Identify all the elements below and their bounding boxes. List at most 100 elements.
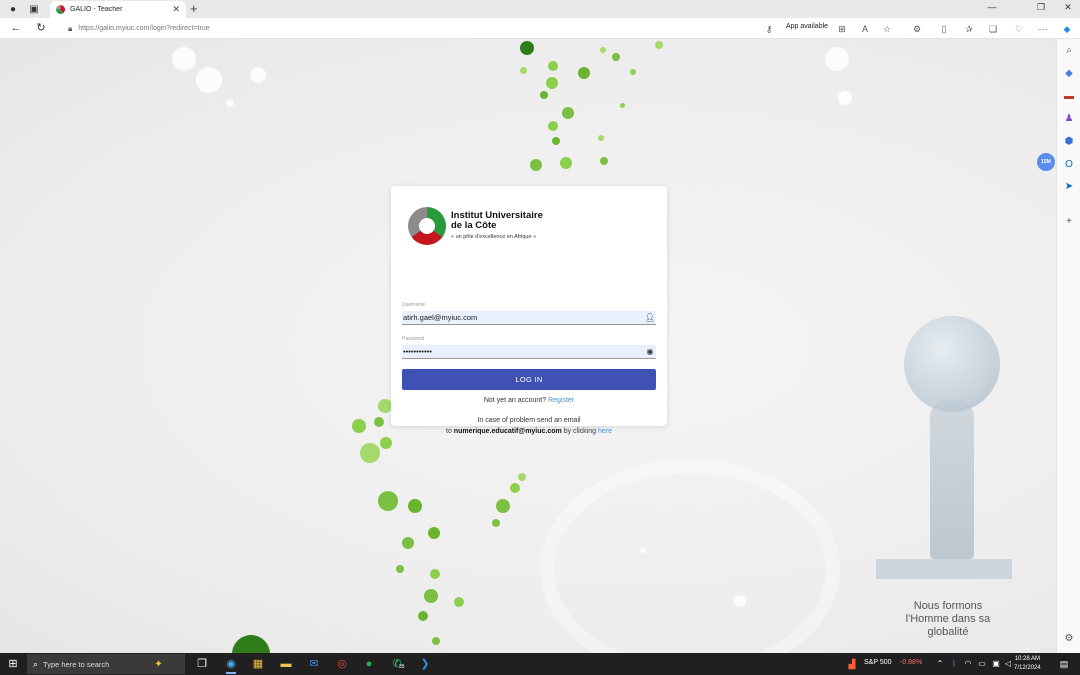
edge-taskbar-icon[interactable]: ◉ xyxy=(223,656,239,672)
favorites-icon[interactable]: ✰ xyxy=(962,22,976,36)
help-line2: to numerique.educatif@myiuc.com by click… xyxy=(391,428,667,435)
copilot-icon[interactable]: ◆ xyxy=(1060,22,1074,36)
decorative-dot xyxy=(548,121,558,131)
decorative-dot xyxy=(432,637,440,645)
send-icon[interactable]: ➤ xyxy=(1062,180,1076,194)
decorative-dot xyxy=(396,565,404,573)
notifications-icon[interactable]: ▤ xyxy=(1056,656,1072,672)
register-link[interactable]: Register xyxy=(548,397,574,404)
mail-icon[interactable]: ✉ xyxy=(306,656,322,672)
refresh-icon[interactable]: ↻ xyxy=(33,21,49,36)
decorative-dot xyxy=(600,157,608,165)
collections-icon[interactable]: ❏ xyxy=(986,22,1000,36)
restore-icon[interactable]: ❐ xyxy=(1031,2,1051,13)
decorative-dot xyxy=(196,67,222,93)
decorative-dot xyxy=(352,419,366,433)
windows-taskbar: ⊞ ⌕ Type here to search ✦ ❐ ◉ ▦ ▬ ✉ ◎ ● … xyxy=(0,653,1080,675)
workspaces-icon[interactable]: ▣ xyxy=(27,2,41,16)
decorative-dot xyxy=(172,47,196,71)
close-window-icon[interactable]: ✕ xyxy=(1058,2,1078,13)
search-highlight-icon: ✦ xyxy=(154,658,163,670)
microsoft365-icon[interactable]: ⬢ xyxy=(1062,135,1076,149)
address-bar[interactable]: 🔒︎ https://galio.myiuc.com/login?redirec… xyxy=(60,20,776,37)
decorative-dot xyxy=(378,399,392,413)
clock-time: 10:28 AM xyxy=(1014,656,1041,662)
decorative-dot xyxy=(838,91,852,105)
read-aloud-icon[interactable]: A xyxy=(858,22,872,36)
new-tab-button[interactable]: + xyxy=(190,1,198,16)
here-link[interactable]: here xyxy=(598,428,612,435)
browser-essentials-icon[interactable]: ♡ xyxy=(1012,22,1026,36)
favorite-star-icon[interactable]: ☆ xyxy=(880,22,894,36)
more-menu-icon[interactable]: ⋯ xyxy=(1036,22,1050,36)
sidebar-settings-icon[interactable]: ⚙ xyxy=(1062,632,1076,646)
help-by-text: by clicking xyxy=(563,428,597,435)
stock-change: -0.88% xyxy=(900,659,923,666)
search-icon: ⌕ xyxy=(33,658,39,669)
start-icon[interactable]: ⊞ xyxy=(5,656,21,672)
decorative-dot xyxy=(655,41,663,49)
decorative-dot xyxy=(424,589,438,603)
extensions-icon[interactable]: ⚙ xyxy=(910,22,924,36)
institution-tagline: « un pôle d'excellence en Afrique » xyxy=(451,234,537,240)
user-icon: 👤︎ xyxy=(644,313,656,322)
decorative-dot xyxy=(232,635,270,653)
search-icon[interactable]: ⌕ xyxy=(1062,44,1076,58)
register-line: Not yet an account? Register xyxy=(391,397,667,404)
tab-galio[interactable]: GALIO - Teacher ✕ xyxy=(50,1,186,18)
floating-badge[interactable]: 15M xyxy=(1037,153,1055,171)
stock-name[interactable]: S&P 500 xyxy=(864,659,892,666)
institution-line2: de la Côte xyxy=(451,220,497,231)
outlook-icon[interactable]: O xyxy=(1062,158,1076,172)
vscode-icon[interactable]: ❯ xyxy=(417,656,433,672)
task-view-icon[interactable]: ❐ xyxy=(194,656,210,672)
split-screen-icon[interactable]: ▯ xyxy=(937,22,951,36)
globe-decoration xyxy=(904,316,1000,412)
password-field[interactable]: ••••••••••• ◉ xyxy=(402,345,656,359)
password-value[interactable]: ••••••••••• xyxy=(403,347,644,356)
taskbar-clock[interactable]: 10:28 AM 7/12/2024 xyxy=(1014,655,1041,673)
show-password-eye-icon[interactable]: ◉ xyxy=(644,347,656,356)
decorative-dot xyxy=(825,47,849,71)
taskbar-search-placeholder: Type here to search xyxy=(43,659,110,669)
help-to-text: to xyxy=(446,428,452,435)
decorative-dot xyxy=(492,519,500,527)
stock-chart-icon[interactable]: ▟ xyxy=(844,656,860,672)
store-icon[interactable]: ▦ xyxy=(250,656,266,672)
app-available-button[interactable]: App available xyxy=(786,23,828,30)
close-tab-icon[interactable]: ✕ xyxy=(172,4,180,15)
chrome-icon[interactable]: ◎ xyxy=(334,656,350,672)
decorative-dot xyxy=(612,53,620,61)
taskbar-search[interactable]: ⌕ Type here to search ✦ xyxy=(27,654,185,674)
login-button[interactable]: LOG IN xyxy=(402,369,656,390)
minimize-icon[interactable]: — xyxy=(982,2,1002,12)
tab-strip: ● ▣ GALIO - Teacher ✕ + — ❐ ✕ xyxy=(0,0,1080,18)
games-icon[interactable]: ♟ xyxy=(1062,112,1076,126)
install-app-icon[interactable]: ⊞ xyxy=(835,22,849,36)
clock-date: 7/12/2024 xyxy=(1014,665,1041,671)
username-value[interactable]: atirh.gael@myiuc.com xyxy=(403,313,644,322)
key-icon[interactable]: ⚷ xyxy=(762,22,776,36)
shopping-tag-icon[interactable]: ◆ xyxy=(1062,67,1076,81)
decorative-dot xyxy=(540,91,548,99)
decorative-dot xyxy=(402,537,414,549)
statue-decoration xyxy=(930,399,974,559)
back-icon[interactable]: ← xyxy=(8,21,24,36)
spotify-icon[interactable]: ● xyxy=(361,656,377,672)
decorative-dot xyxy=(428,527,440,539)
decorative-dot xyxy=(548,61,558,71)
decorative-dot xyxy=(496,499,510,513)
edge-active-indicator xyxy=(226,672,236,674)
decorative-dot xyxy=(360,443,380,463)
decorative-dot xyxy=(454,597,464,607)
decorative-dot xyxy=(578,67,590,79)
profile-icon[interactable]: ● xyxy=(6,2,20,16)
tools-icon[interactable]: ▬ xyxy=(1062,90,1076,104)
file-explorer-icon[interactable]: ▬ xyxy=(278,656,294,672)
lock-icon[interactable]: 🔒︎ xyxy=(68,24,72,34)
add-sidebar-app-icon[interactable]: + xyxy=(1062,215,1076,229)
username-field[interactable]: atirh.gael@myiuc.com 👤︎ xyxy=(402,311,656,325)
decorative-dot xyxy=(226,99,234,107)
decorative-dot xyxy=(530,159,542,171)
help-line1: In case of problem send an email xyxy=(477,417,581,424)
